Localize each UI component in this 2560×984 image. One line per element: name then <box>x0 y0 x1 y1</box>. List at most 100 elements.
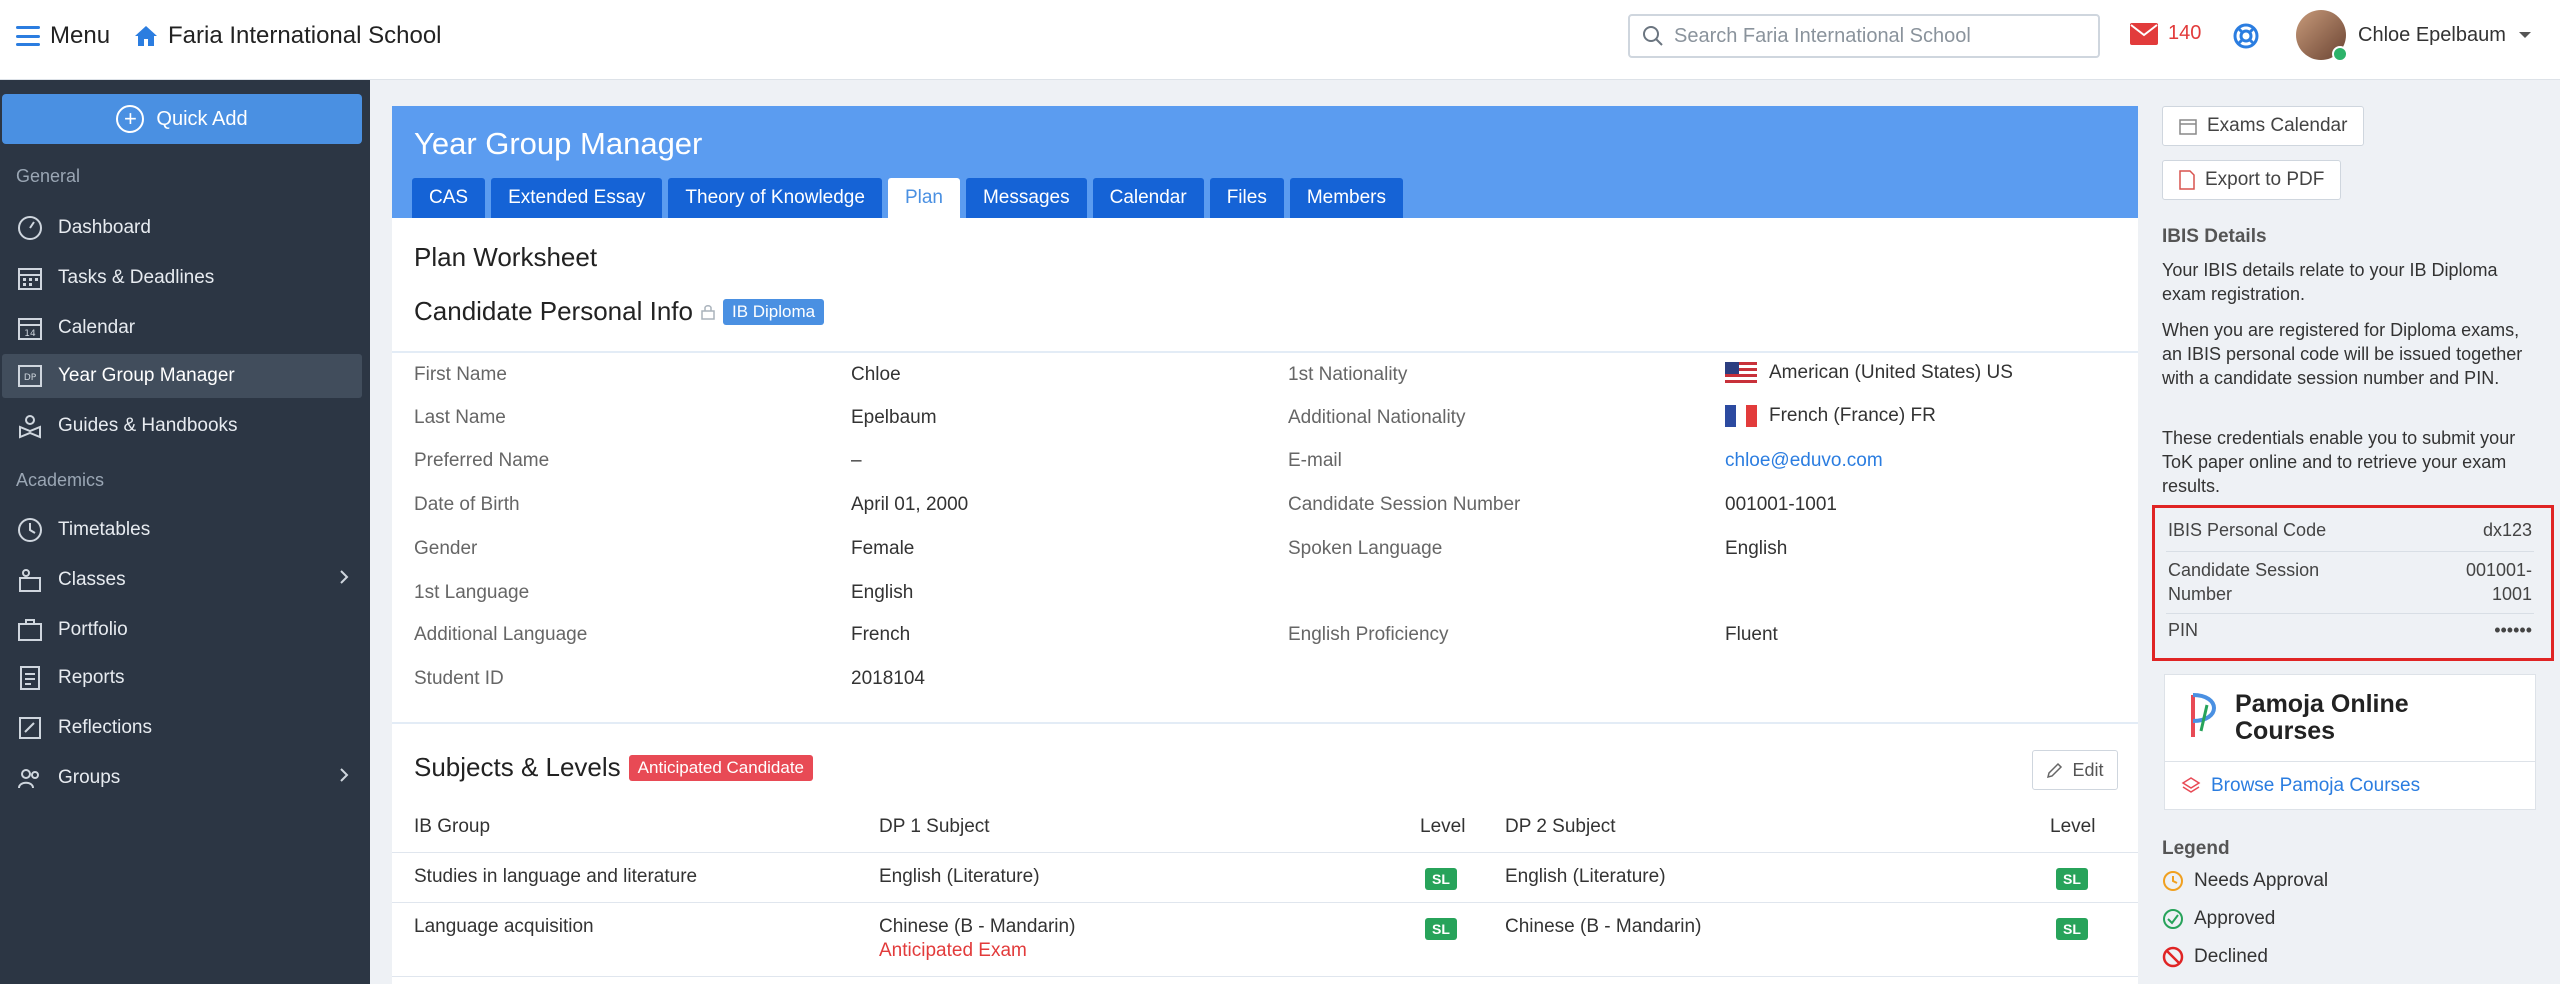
tab-theory-of-knowledge[interactable]: Theory of Knowledge <box>668 178 882 218</box>
main-panel: Year Group Manager CAS Extended Essay Th… <box>392 106 2138 984</box>
ibis-label: IBIS Personal Code <box>2168 520 2327 540</box>
tab-calendar[interactable]: Calendar <box>1092 178 1204 218</box>
tab-extended-essay[interactable]: Extended Essay <box>491 178 663 218</box>
ibis-paragraph-3: These credentials enable you to submit y… <box>2162 428 2516 496</box>
ibis-value: dx123 <box>2482 520 2532 540</box>
ibis-value: •••••• <box>2494 620 2532 640</box>
sidebar-item-label: Dashboard <box>58 217 151 238</box>
quick-add-button[interactable]: + Quick Add <box>2 94 362 144</box>
info-value: Epelbaum <box>851 407 937 428</box>
subjects-heading: Subjects & Levels Anticipated Candidate <box>414 752 814 783</box>
sidebar-item-guides[interactable]: Guides & Handbooks <box>2 404 362 448</box>
table-header-ib-group: IB Group <box>414 816 491 837</box>
ban-icon <box>2162 946 2184 968</box>
search-icon <box>1643 26 1663 46</box>
check-circle-icon <box>2163 909 2183 929</box>
pamoja-card: Pamoja Online Courses Browse Pamoja Cour… <box>2164 674 2536 810</box>
edit-button[interactable]: Edit <box>2032 750 2118 790</box>
search-input[interactable] <box>1674 24 2094 48</box>
level-badge: SL <box>2056 868 2088 890</box>
guides-icon <box>16 412 44 440</box>
sidebar-item-tasks[interactable]: Tasks & Deadlines <box>2 256 362 300</box>
tab-messages[interactable]: Messages <box>965 178 1087 218</box>
info-label: 1st Nationality <box>1288 364 1408 385</box>
tab-cas[interactable]: CAS <box>412 178 486 218</box>
help-button[interactable] <box>2232 22 2260 55</box>
personal-info-heading: Candidate Personal Info IB Diploma <box>414 296 825 327</box>
menu-button[interactable]: Menu <box>16 20 110 52</box>
quick-add-label: Quick Add <box>156 107 248 130</box>
divider <box>392 351 2138 353</box>
personal-info-title: Candidate Personal Info <box>414 296 693 326</box>
sidebar-item-reflections[interactable]: Reflections <box>2 706 362 750</box>
sidebar-item-label: Groups <box>58 767 121 788</box>
lifebuoy-icon <box>2233 23 2259 49</box>
plus-circle-icon: + <box>116 105 145 133</box>
user-menu[interactable]: Chloe Epelbaum <box>2296 10 2532 62</box>
anticipated-exam-note: Anticipated Exam <box>879 940 1027 961</box>
exams-calendar-button[interactable]: Exams Calendar <box>2162 106 2365 146</box>
legend-label: Approved <box>2194 908 2276 929</box>
chevron-right-icon <box>340 570 349 584</box>
info-label: Preferred Name <box>414 450 550 471</box>
legend-label: Declined <box>2194 946 2268 967</box>
sidebar-item-dashboard[interactable]: Dashboard <box>2 206 362 250</box>
svg-text:DP: DP <box>24 373 37 383</box>
clock-icon <box>2163 871 2183 891</box>
section-academics: Academics <box>16 470 105 490</box>
info-value: – <box>851 450 862 471</box>
table-cell-group: Studies in language and literature <box>414 866 698 887</box>
sidebar-item-label: Year Group Manager <box>58 365 235 386</box>
info-value: French <box>851 624 911 645</box>
table-header-level: Level <box>1420 816 1466 837</box>
ibis-label: PIN <box>2168 620 2199 640</box>
sidebar-item-classes[interactable]: Classes <box>2 558 362 602</box>
tab-members[interactable]: Members <box>1289 178 1404 218</box>
sidebar-item-timetables[interactable]: Timetables <box>2 508 362 552</box>
sidebar: + Quick Add General Dashboard Tasks & De… <box>0 80 370 984</box>
classes-icon <box>16 566 44 594</box>
export-pdf-button[interactable]: Export to PDF <box>2162 160 2342 200</box>
edit-label: Edit <box>2072 759 2104 780</box>
mail-button[interactable]: 140 <box>2130 22 2201 45</box>
level-badge: SL <box>1425 918 1457 940</box>
legend-heading: Legend <box>2162 838 2230 859</box>
tab-plan[interactable]: Plan <box>887 178 960 218</box>
sidebar-item-reports[interactable]: Reports <box>2 656 362 700</box>
worksheet-title: Plan Worksheet <box>414 242 597 273</box>
ibis-paragraph-1: Your IBIS details relate to your IB Dipl… <box>2162 260 2498 304</box>
sidebar-item-label: Calendar <box>58 317 136 338</box>
online-status-icon <box>2332 46 2348 62</box>
tasks-icon <box>16 264 44 292</box>
groups-icon <box>16 764 44 792</box>
ibis-label: Candidate Session Number <box>2168 560 2320 604</box>
hamburger-icon <box>16 26 40 46</box>
browse-pamoja-link[interactable]: Browse Pamoja Courses <box>2181 775 2420 797</box>
sidebar-item-year-group-manager[interactable]: DP Year Group Manager <box>2 354 362 398</box>
mail-count: 140 <box>2168 22 2202 44</box>
table-cell-dp1: English (Literature) <box>879 866 1040 887</box>
info-value: English <box>851 582 914 603</box>
tab-files[interactable]: Files <box>1209 178 1284 218</box>
sidebar-item-label: Classes <box>58 569 126 590</box>
top-bar: Menu Faria International School 140 Chlo… <box>0 0 2560 80</box>
info-label: First Name <box>414 364 507 385</box>
pamoja-title: Pamoja Online Courses <box>2235 690 2409 745</box>
sidebar-item-calendar[interactable]: 14 Calendar <box>2 306 362 350</box>
sidebar-item-portfolio[interactable]: Portfolio <box>2 608 362 652</box>
chevron-right-icon <box>340 768 349 782</box>
table-header-level: Level <box>2050 816 2096 837</box>
nationality-text: American (United States) US <box>1769 362 2013 383</box>
level-badge: SL <box>1425 868 1457 890</box>
info-label: Gender <box>414 538 478 559</box>
menu-label: Menu <box>50 22 111 49</box>
search-box[interactable] <box>1628 14 2100 58</box>
sidebar-item-groups[interactable]: Groups <box>2 756 362 800</box>
divider <box>2166 551 2534 552</box>
divider <box>2165 761 2535 762</box>
clock-icon <box>16 516 44 544</box>
sidebar-item-label: Timetables <box>58 519 151 540</box>
school-home-link[interactable]: Faria International School <box>134 20 442 52</box>
sidebar-item-label: Reports <box>58 667 125 688</box>
email-link[interactable]: chloe@eduvo.com <box>1725 450 1883 472</box>
